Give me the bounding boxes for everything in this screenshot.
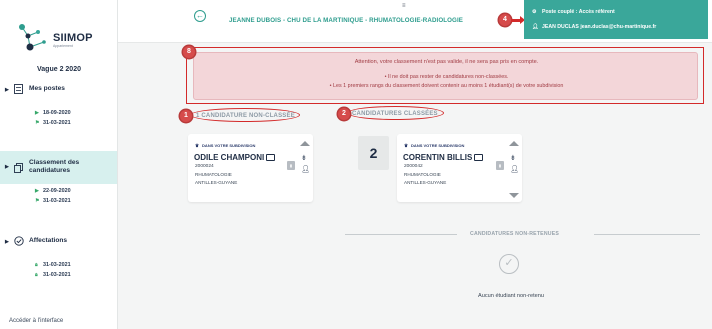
user-access-line: ⚙ Poste couplé : Accès référent bbox=[532, 9, 615, 15]
caret-right-icon: ▶ bbox=[5, 87, 9, 93]
sidebar-date-start[interactable]: 🔒︎ 31-03-2021 bbox=[0, 260, 117, 270]
candidate-id: 2000024 bbox=[195, 164, 214, 169]
list-icon bbox=[14, 84, 23, 94]
menu-icon[interactable]: ≡ bbox=[402, 3, 406, 9]
sort-icon[interactable]: ⇟ bbox=[301, 154, 307, 162]
candidate-id: 2000042 bbox=[404, 164, 423, 169]
empty-state-text: Aucun étudiant non-retenu bbox=[478, 293, 544, 299]
check-circle-icon: ✓ bbox=[499, 254, 519, 274]
crown-icon: ♛ bbox=[404, 143, 409, 148]
candidate-name: ODILE CHAMPONI bbox=[194, 153, 276, 162]
annotation-badge-8: 8 bbox=[183, 46, 195, 58]
caret-right-icon: ▶ bbox=[5, 239, 9, 245]
sidebar-item-affectations[interactable]: ▶ Affectations bbox=[0, 236, 117, 250]
folder-icon[interactable] bbox=[266, 153, 276, 161]
non-retenues-heading: CANDIDATURES NON-RETENUES bbox=[470, 231, 560, 237]
play-icon: ▶ bbox=[35, 110, 39, 116]
candidate-card[interactable]: ♛ DANS VOTRE SUBDIVISION ODILE CHAMPONI 2… bbox=[188, 134, 313, 202]
alert-message: Attention, votre classement n'est pas va… bbox=[354, 59, 539, 65]
subdivision-tag: ♛ DANS VOTRE SUBDIVISION bbox=[195, 143, 256, 148]
vague-label: Vague 2 2020 bbox=[37, 66, 81, 73]
sidebar-item-label: Affectations bbox=[29, 237, 68, 244]
nav-section-classement-dates: ▶ 22-09-2020 ⚑ 31-03-2021 bbox=[0, 186, 117, 206]
candidate-location: ANTILLES-GUYANE bbox=[404, 180, 447, 185]
flag-icon: ⚑ bbox=[35, 198, 40, 204]
caret-right-icon: ▶ bbox=[5, 164, 9, 170]
siimop-logo[interactable]: SIIMOP Appariement bbox=[16, 22, 116, 62]
user-identity-line: 👤︎ JEAN DUCLAS jean.duclas@chu-martinique… bbox=[532, 24, 657, 30]
candidate-card[interactable]: ♛ DANS VOTRE SUBDIVISION CORENTIN BILLIS … bbox=[397, 134, 522, 202]
logo-subtitle: Appariement bbox=[53, 44, 73, 48]
validation-alert: Attention, votre classement n'est pas va… bbox=[193, 52, 698, 100]
flag-icon: ⚑ bbox=[35, 120, 40, 126]
classees-heading: CANDIDATURES CLASSÉES bbox=[352, 111, 438, 117]
doc-badge-icon: ▮ bbox=[287, 161, 295, 170]
sidebar-item-label: Mes postes bbox=[29, 85, 65, 92]
annotation-badge-2: 2 bbox=[338, 108, 350, 120]
page-title: JEANNE DUBOIS - CHU DE LA MARTINIQUE - R… bbox=[229, 17, 463, 24]
sidebar-item-classement[interactable]: ▶ Classement des candidatures bbox=[0, 151, 117, 184]
candidate-specialty: RHUMATOLOGIE bbox=[195, 172, 232, 177]
move-up-icon[interactable] bbox=[300, 141, 310, 146]
sidebar-date-end[interactable]: ⚑ 31-03-2021 bbox=[0, 118, 117, 128]
nav-section-mes-postes: ▶ Mes postes ▶ 18-09-2020 ⚑ 31-03-2021 bbox=[0, 84, 117, 128]
candidate-name: CORENTIN BILLIS bbox=[403, 153, 484, 162]
lock-icon: 🔒︎ bbox=[35, 262, 38, 268]
divider bbox=[594, 234, 700, 235]
sidebar-date-start[interactable]: ▶ 22-09-2020 bbox=[0, 186, 117, 196]
subdivision-tag: ♛ DANS VOTRE SUBDIVISION bbox=[404, 143, 465, 148]
folder-icon[interactable] bbox=[474, 153, 484, 161]
check-circle-icon bbox=[14, 236, 24, 246]
sidebar-date-start[interactable]: ▶ 18-09-2020 bbox=[0, 108, 117, 118]
sidebar-item-mes-postes[interactable]: ▶ Mes postes bbox=[0, 84, 117, 98]
access-interface-link[interactable]: Accéder à l'interface bbox=[9, 318, 63, 324]
gear-icon: ⚙ bbox=[532, 9, 537, 15]
lock-icon: 🔒︎ bbox=[35, 272, 38, 278]
sidebar-date-end[interactable]: ⚑ 31-03-2021 bbox=[0, 196, 117, 206]
doc-badge-icon: ▮ bbox=[496, 161, 504, 170]
divider bbox=[345, 234, 457, 235]
back-arrow-icon[interactable]: ← bbox=[194, 10, 206, 22]
user-remove-icon[interactable]: 👤︎ bbox=[301, 165, 310, 173]
move-up-icon[interactable] bbox=[509, 141, 519, 146]
copy-icon bbox=[14, 163, 23, 173]
sidebar-item-label: Classement des candidatures bbox=[29, 159, 80, 174]
alert-rule: • Il ne doit pas rester de candidatures … bbox=[384, 74, 509, 80]
play-icon: ▶ bbox=[35, 188, 39, 194]
sidebar: SIIMOP Appariement Vague 2 2020 ▶ Mes po… bbox=[0, 0, 118, 329]
annotation-badge-4: 4 bbox=[499, 14, 511, 26]
crown-icon: ♛ bbox=[195, 143, 200, 148]
user-remove-icon[interactable]: 👤︎ bbox=[510, 165, 519, 173]
sort-icon[interactable]: ⇟ bbox=[510, 154, 516, 162]
nav-section-affectations: ▶ Affectations 🔒︎ 31-03-2021 🔒︎ 31-03-2021 bbox=[0, 236, 117, 280]
user-icon: 👤︎ bbox=[532, 24, 539, 30]
sidebar-date-end[interactable]: 🔒︎ 31-03-2021 bbox=[0, 270, 117, 280]
logo-molecule-icon bbox=[19, 24, 46, 51]
top-bar: ← ≡ JEANNE DUBOIS - CHU DE LA MARTINIQUE… bbox=[118, 0, 712, 43]
annotation-arrow-icon bbox=[511, 16, 525, 24]
candidate-location: ANTILLES-GUYANE bbox=[195, 180, 238, 185]
candidate-specialty: RHUMATOLOGIE bbox=[404, 172, 441, 177]
move-down-icon[interactable] bbox=[509, 193, 519, 198]
user-panel[interactable]: ⚙ Poste couplé : Accès référent 👤︎ JEAN DU… bbox=[524, 0, 708, 39]
non-classee-heading: 1 CANDIDATURE NON-CLASSÉE bbox=[196, 113, 295, 119]
rank-number: 2 bbox=[358, 136, 389, 170]
alert-rule: • Les 1 premiers rangs du classement doi… bbox=[329, 83, 564, 89]
logo-text: SIIMOP bbox=[53, 32, 93, 44]
annotation-badge-1: 1 bbox=[180, 110, 192, 122]
